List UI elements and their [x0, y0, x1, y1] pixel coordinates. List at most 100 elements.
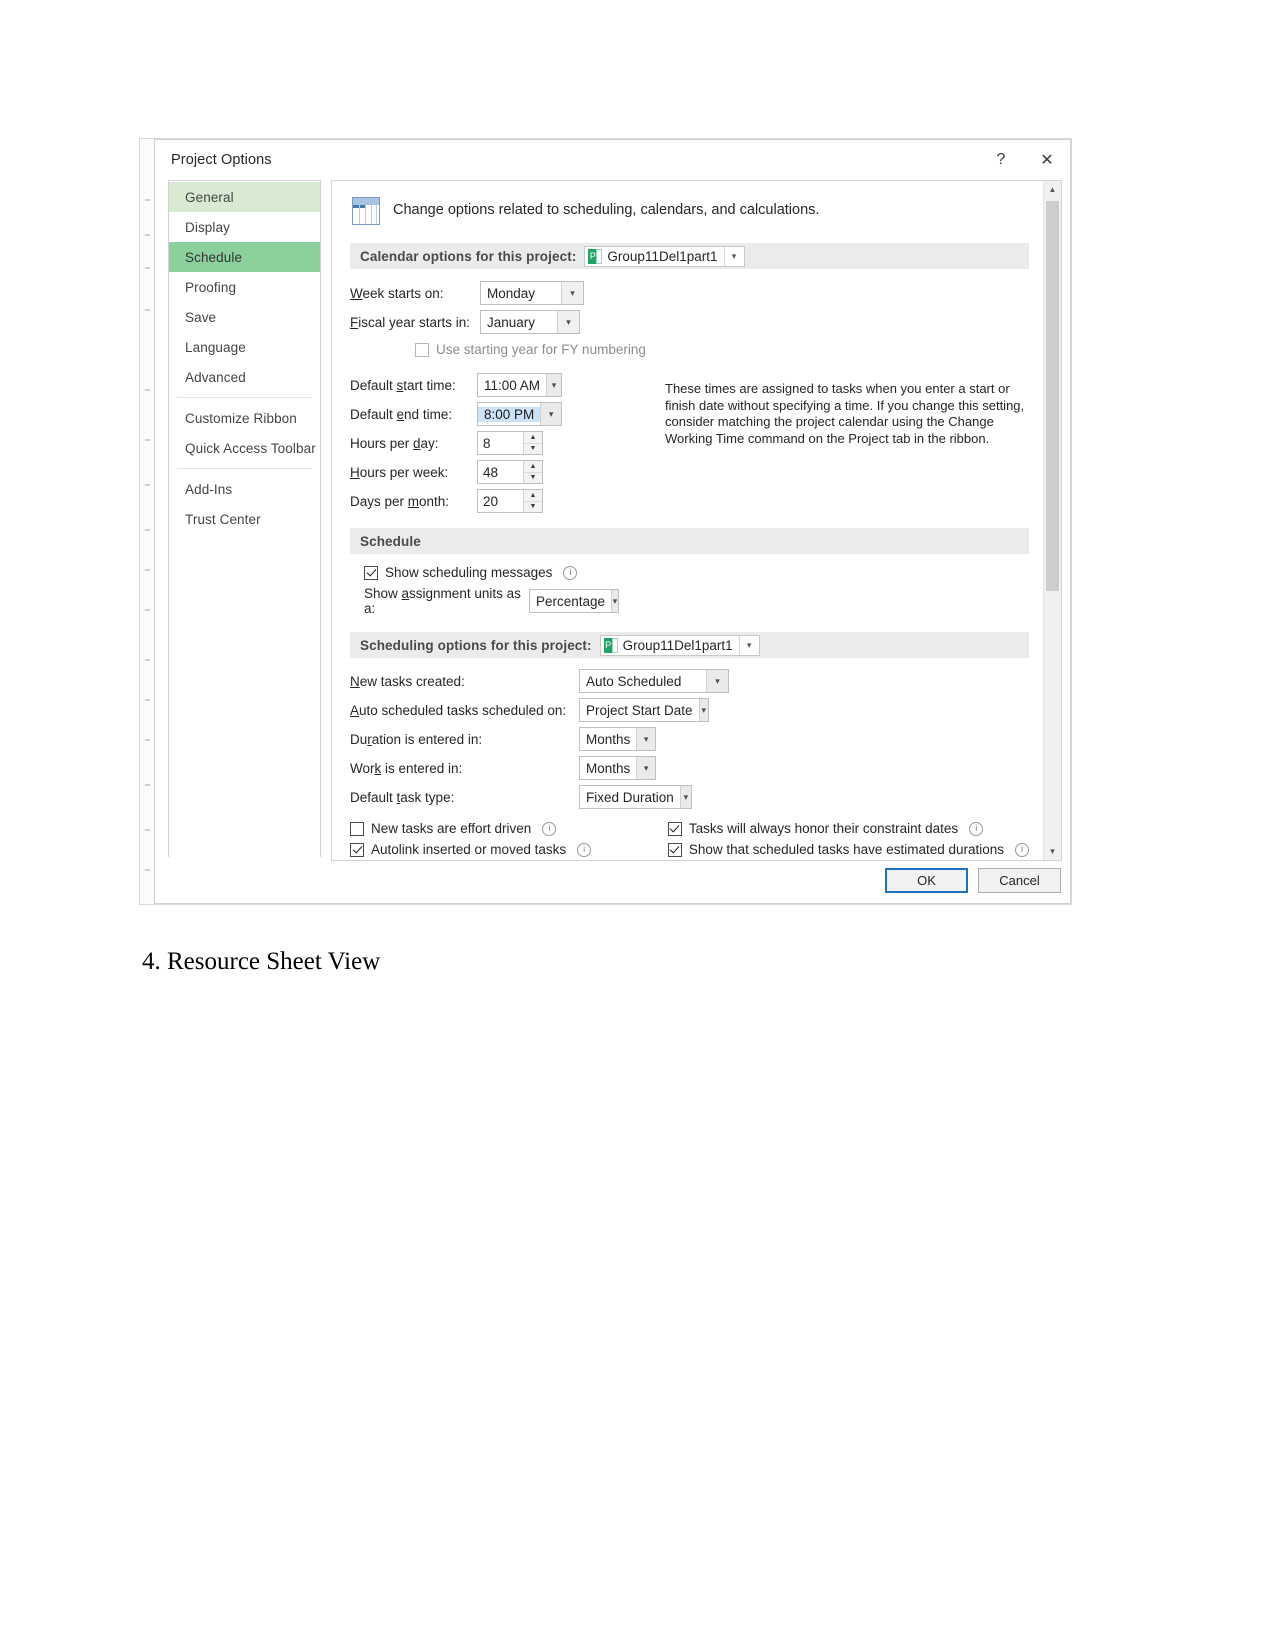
duration-entered-in-select[interactable]: Months ▾	[579, 727, 656, 751]
use-starting-year-row[interactable]: Use starting year for FY numbering	[415, 342, 1029, 357]
chevron-down-icon[interactable]: ▾	[561, 282, 583, 304]
info-icon[interactable]: i	[969, 821, 984, 836]
autolink-tasks-checkbox[interactable]	[350, 842, 364, 857]
info-icon[interactable]: i	[577, 842, 592, 857]
stepper-up-icon[interactable]: ▲	[524, 432, 542, 444]
chevron-down-icon[interactable]: ▾	[636, 728, 655, 750]
chevron-down-icon[interactable]: ▾	[723, 246, 744, 266]
sidebar-item-label: Quick Access Toolbar	[185, 440, 316, 456]
sidebar-item-customize-ribbon[interactable]: Customize Ribbon	[169, 403, 320, 433]
default-start-time-value: 11:00 AM	[484, 377, 541, 393]
stepper-buttons[interactable]: ▲ ▼	[523, 461, 542, 483]
assignment-units-select[interactable]: Percentage ▾	[529, 589, 619, 613]
sidebar-item-trust-center[interactable]: Trust Center	[169, 504, 320, 534]
fiscal-year-row: Fiscal year starts in: January ▾	[350, 310, 1029, 334]
ok-button[interactable]: OK	[885, 867, 968, 893]
duration-entered-in-row: Duration is entered in: Months ▾	[350, 727, 1029, 751]
chevron-down-icon[interactable]: ▾	[706, 670, 728, 692]
new-tasks-created-value: Auto Scheduled	[586, 673, 682, 689]
dialog-body: General Display Schedule Proofing Save L…	[155, 180, 1070, 861]
use-starting-year-label: Use starting year for FY numbering	[436, 342, 646, 357]
sidebar-item-proofing[interactable]: Proofing	[169, 272, 320, 302]
scheduling-project-picker[interactable]: Group11Del1part1 ▾	[599, 634, 760, 656]
sidebar-item-label: Language	[185, 339, 246, 355]
new-tasks-effort-driven-row[interactable]: New tasks are effort driven i	[350, 821, 668, 836]
show-scheduling-messages-checkbox[interactable]	[364, 565, 378, 580]
sidebar-item-label: Trust Center	[185, 511, 261, 527]
days-per-month-stepper[interactable]: 20 ▲ ▼	[477, 489, 543, 513]
dialog-footer: OK Cancel	[155, 857, 1070, 903]
sidebar-item-general[interactable]: General	[169, 182, 320, 212]
project-file-icon	[588, 248, 603, 264]
calendar-project-picker[interactable]: Group11Del1part1 ▾	[584, 245, 745, 267]
new-tasks-created-label: New tasks created:	[350, 673, 465, 689]
show-estimated-durations-checkbox[interactable]	[667, 842, 682, 857]
default-task-type-label: Default task type:	[350, 789, 455, 805]
chevron-down-icon[interactable]: ▾	[679, 786, 691, 808]
fiscal-year-select[interactable]: January ▾	[480, 310, 580, 334]
chevron-down-icon[interactable]: ▾	[636, 757, 655, 779]
hours-per-week-row: Hours per week: 48 ▲ ▼	[350, 460, 1029, 484]
schedule-section-title: Schedule	[360, 533, 421, 549]
calendar-options-title: Calendar options for this project:	[360, 248, 577, 264]
stepper-buttons[interactable]: ▲ ▼	[523, 490, 542, 512]
honor-constraint-dates-row[interactable]: Tasks will always honor their constraint…	[667, 821, 1029, 836]
autolink-tasks-row[interactable]: Autolink inserted or moved tasks i	[350, 842, 668, 857]
info-icon[interactable]: i	[1015, 842, 1029, 857]
week-starts-on-label: Week starts on:	[350, 285, 444, 301]
honor-constraint-dates-checkbox[interactable]	[667, 821, 682, 836]
stepper-down-icon[interactable]: ▼	[524, 443, 542, 454]
stepper-down-icon[interactable]: ▼	[524, 501, 542, 512]
sidebar-item-add-ins[interactable]: Add-Ins	[169, 474, 320, 504]
stepper-up-icon[interactable]: ▲	[524, 490, 542, 502]
scroll-up-icon[interactable]: ▲	[1044, 181, 1061, 198]
sidebar-item-save[interactable]: Save	[169, 302, 320, 332]
week-starts-on-select[interactable]: Monday ▾	[480, 281, 584, 305]
sidebar-item-display[interactable]: Display	[169, 212, 320, 242]
chevron-down-icon[interactable]: ▾	[738, 635, 759, 655]
default-end-time-select[interactable]: 8:00 PM ▾	[477, 402, 562, 426]
scroll-down-icon[interactable]: ▼	[1044, 843, 1061, 860]
default-task-type-value: Fixed Duration	[586, 789, 674, 805]
calendar-project-name: Group11Del1part1	[607, 248, 718, 264]
stepper-buttons[interactable]: ▲ ▼	[523, 432, 542, 454]
sidebar-item-label: Add-Ins	[185, 481, 233, 497]
pane-scrollbar[interactable]: ▲ ▼	[1043, 181, 1061, 860]
new-tasks-created-select[interactable]: Auto Scheduled ▾	[579, 669, 729, 693]
default-start-time-select[interactable]: 11:00 AM ▾	[477, 373, 562, 397]
stepper-down-icon[interactable]: ▼	[524, 472, 542, 483]
work-entered-in-select[interactable]: Months ▾	[579, 756, 656, 780]
help-icon[interactable]: ?	[978, 143, 1024, 177]
scheduling-options-section-header: Scheduling options for this project: Gro…	[350, 632, 1029, 658]
dialog-title: Project Options	[171, 152, 272, 168]
default-task-type-select[interactable]: Fixed Duration ▾	[579, 785, 692, 809]
scheduling-checkbox-grid: New tasks are effort driven i Autolink i…	[350, 821, 1029, 860]
cancel-button[interactable]: Cancel	[978, 867, 1061, 893]
chevron-down-icon[interactable]: ▾	[546, 374, 561, 396]
new-tasks-effort-driven-checkbox[interactable]	[350, 821, 364, 836]
chevron-down-icon[interactable]: ▾	[698, 699, 708, 721]
info-icon[interactable]: i	[542, 821, 557, 836]
sidebar-item-advanced[interactable]: Advanced	[169, 362, 320, 392]
sidebar-item-language[interactable]: Language	[169, 332, 320, 362]
scrollbar-thumb[interactable]	[1046, 201, 1059, 591]
nav-divider	[177, 397, 312, 398]
sidebar-item-quick-access-toolbar[interactable]: Quick Access Toolbar	[169, 433, 320, 463]
embedded-screenshot: Project Options ? ✕ General Display Sche…	[140, 139, 1071, 904]
hours-per-week-stepper[interactable]: 48 ▲ ▼	[477, 460, 543, 484]
stepper-up-icon[interactable]: ▲	[524, 461, 542, 473]
fiscal-year-value: January	[487, 314, 536, 330]
chevron-down-icon[interactable]: ▾	[540, 403, 561, 425]
close-icon[interactable]: ✕	[1024, 143, 1070, 177]
chevron-down-icon[interactable]: ▾	[557, 311, 579, 333]
show-estimated-durations-row[interactable]: Show that scheduled tasks have estimated…	[667, 842, 1029, 857]
show-scheduling-messages-row[interactable]: Show scheduling messages i	[364, 565, 1029, 580]
scheduling-project-name: Group11Del1part1	[622, 637, 733, 653]
sidebar-item-schedule[interactable]: Schedule	[169, 242, 320, 272]
auto-scheduled-on-select[interactable]: Project Start Date ▾	[579, 698, 709, 722]
info-icon[interactable]: i	[563, 565, 578, 580]
duration-entered-in-label: Duration is entered in:	[350, 731, 483, 747]
hours-per-day-stepper[interactable]: 8 ▲ ▼	[477, 431, 543, 455]
use-starting-year-checkbox[interactable]	[415, 342, 429, 357]
chevron-down-icon[interactable]: ▾	[611, 590, 618, 612]
